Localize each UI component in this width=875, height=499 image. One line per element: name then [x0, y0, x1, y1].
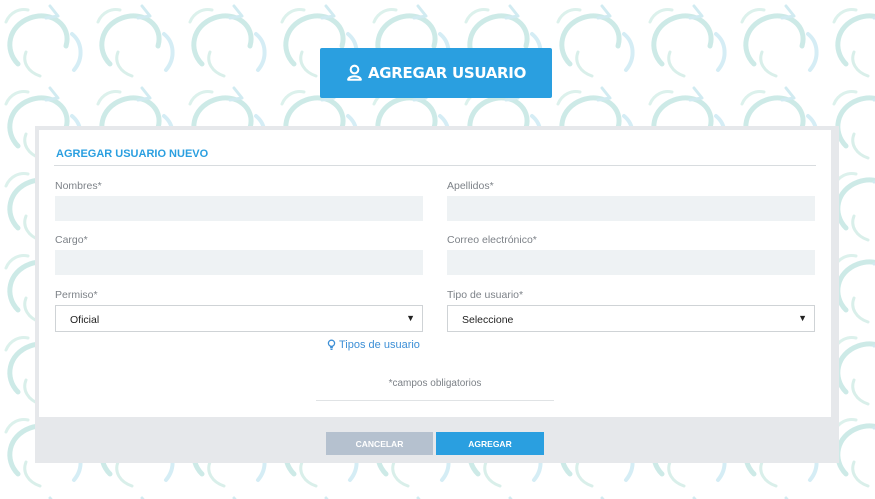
tipo-usuario-select[interactable]: Seleccione ▼ — [447, 305, 815, 332]
add-button[interactable]: AGREGAR — [436, 432, 544, 455]
correo-label: Correo electrónico* — [447, 234, 537, 246]
permiso-select[interactable]: Oficial ▼ — [55, 305, 423, 332]
page-title: AGREGAR USUARIO — [367, 64, 527, 82]
permiso-label: Permiso* — [55, 289, 98, 301]
tipos-de-usuario-link[interactable]: Tipos de usuario — [327, 339, 420, 351]
lightbulb-icon — [327, 339, 336, 350]
permiso-selected-value: Oficial — [70, 314, 100, 326]
nombres-label: Nombres* — [55, 180, 102, 192]
page-header-banner: AGREGAR USUARIO — [320, 48, 552, 98]
required-fields-note: *campos obligatorios — [388, 378, 482, 389]
tipo-usuario-selected-value: Seleccione — [462, 314, 514, 326]
section-title: AGREGAR USUARIO NUEVO — [56, 148, 209, 160]
cancel-button[interactable]: CANCELAR — [326, 432, 433, 455]
apellidos-input[interactable] — [447, 196, 815, 221]
dropdown-arrow-icon: ▼ — [798, 313, 807, 323]
email-input[interactable] — [447, 250, 815, 275]
dropdown-arrow-icon: ▼ — [406, 313, 415, 323]
tipos-de-usuario-label: Tipos de usuario — [339, 339, 420, 351]
user-icon — [347, 64, 362, 81]
cargo-label: Cargo* — [55, 234, 88, 246]
section-divider — [54, 165, 816, 166]
note-divider — [316, 400, 554, 401]
cargo-input[interactable] — [55, 250, 423, 275]
form-card: AGREGAR USUARIO NUEVO Nombres* Apellidos… — [39, 130, 831, 417]
apellidos-label: Apellidos* — [447, 180, 494, 192]
nombres-input[interactable] — [55, 196, 423, 221]
tipo-usuario-label: Tipo de usuario* — [447, 289, 524, 301]
